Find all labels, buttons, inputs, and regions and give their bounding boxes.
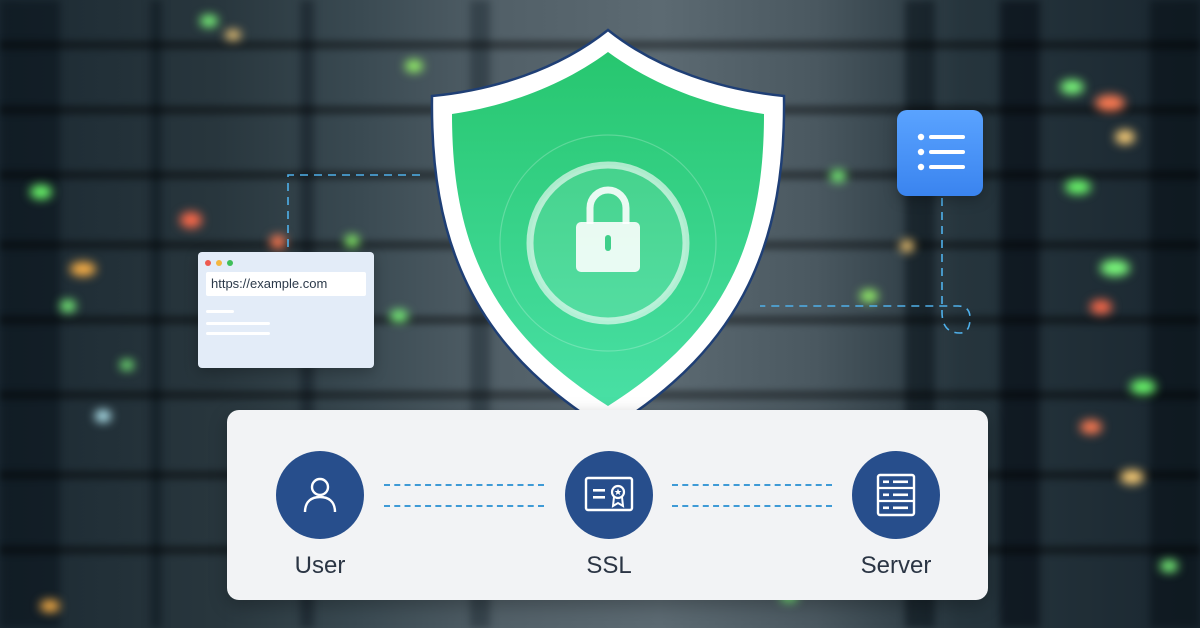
server-node — [852, 451, 940, 539]
minimize-dot — [216, 260, 222, 266]
user-label: User — [294, 552, 346, 579]
list-icon — [917, 133, 965, 171]
content-line — [206, 332, 270, 335]
server-icon — [876, 473, 916, 517]
dashed-link — [384, 505, 544, 507]
dashed-link — [672, 484, 832, 486]
certificate-icon — [584, 476, 634, 512]
server-label: Server — [860, 552, 932, 579]
list-card — [897, 110, 983, 196]
content-line — [206, 310, 234, 313]
user-icon — [303, 477, 337, 513]
ssl-label: SSL — [586, 552, 632, 579]
window-controls — [205, 260, 233, 266]
ssl-node — [565, 451, 653, 539]
address-bar[interactable]: https://example.com — [206, 272, 366, 296]
user-node — [276, 451, 364, 539]
security-shield — [430, 28, 786, 432]
dashed-link — [672, 505, 832, 507]
maximize-dot — [227, 260, 233, 266]
dashed-link — [384, 484, 544, 486]
content-line — [206, 322, 270, 325]
close-dot — [205, 260, 211, 266]
